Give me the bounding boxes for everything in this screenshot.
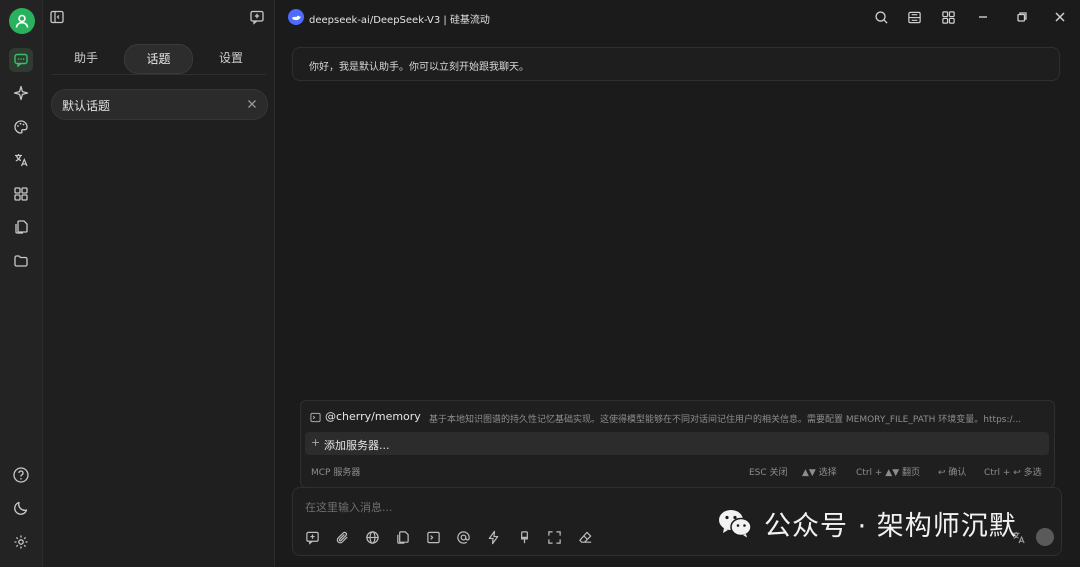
add-server-item[interactable]: + 添加服务器... xyxy=(305,432,1049,455)
help-icon xyxy=(13,467,29,483)
brush-icon xyxy=(520,530,528,543)
assistant-greeting: 你好，我是默认助手。你可以立刻开始跟我聊天。 xyxy=(292,47,1060,81)
user-icon xyxy=(15,14,29,28)
tab-settings[interactable]: 设置 xyxy=(206,44,256,72)
hint-select: ▲▼ 选择 xyxy=(802,468,837,478)
tab-assistants[interactable]: 助手 xyxy=(61,44,111,72)
mcp-tool[interactable] xyxy=(425,529,441,545)
minimize-button[interactable] xyxy=(974,8,992,26)
topic-item-label: 默认话题 xyxy=(62,99,111,113)
chat-icon xyxy=(14,53,28,68)
attach-tool[interactable] xyxy=(334,529,350,545)
eraser-icon xyxy=(578,531,591,543)
chat-main: deepseek-ai/DeepSeek-V3 | 硅基流动 你好，我是默认助手… xyxy=(275,0,1080,567)
rail-folder-button[interactable] xyxy=(9,249,33,273)
hint-page: Ctrl + ▲▼ 翻页 xyxy=(856,468,920,478)
knowledge-tool[interactable] xyxy=(394,529,410,545)
close-icon xyxy=(1055,12,1065,22)
app-rail xyxy=(0,0,43,567)
sidebar-icon xyxy=(50,10,64,24)
wechat-icon xyxy=(719,510,752,538)
topic-item[interactable]: 默认话题 xyxy=(51,89,268,120)
restore-icon xyxy=(1017,12,1027,22)
rail-help-button[interactable] xyxy=(9,463,33,487)
mcp-server-popup: @cherry/memory 基于本地知识图谱的持久性记忆基础实现。这使得模型能… xyxy=(300,400,1055,488)
hint-multiselect: Ctrl + ↩ 多选 xyxy=(984,468,1042,478)
message-input-placeholder[interactable]: 在这里输入消息... xyxy=(305,499,393,515)
terminal-icon xyxy=(426,531,440,543)
new-chat-icon xyxy=(250,10,264,25)
rail-settings-button[interactable] xyxy=(9,530,33,554)
rail-apps-button[interactable] xyxy=(9,182,33,206)
apps-grid-button[interactable] xyxy=(939,8,957,26)
sparkle-icon xyxy=(13,85,29,101)
close-icon xyxy=(248,100,256,108)
mention-tool[interactable] xyxy=(455,529,471,545)
restore-button[interactable] xyxy=(1013,8,1031,26)
minimize-icon xyxy=(979,16,987,18)
document-icon xyxy=(396,530,409,544)
rail-files-button[interactable] xyxy=(9,215,33,239)
mcp-server-description: 基于本地知识图谱的持久性记忆基础实现。这使得模型能够在不同对话间记住用户的相关信… xyxy=(429,415,1022,425)
rail-chat-button[interactable] xyxy=(9,48,33,72)
palette-icon xyxy=(14,120,28,134)
grid-icon xyxy=(941,10,955,24)
new-topic-button[interactable] xyxy=(249,9,265,25)
mcp-popup-footer: MCP 服务器 ESC 关闭 ▲▼ 选择 Ctrl + ▲▼ 翻页 ↩ 确认 C… xyxy=(311,465,1047,479)
web-search-tool[interactable] xyxy=(364,529,380,545)
topic-panel: 助手 话题 设置 默认话题 xyxy=(43,0,275,567)
watermark: 公众号 · 架构师沉默 xyxy=(718,506,1058,542)
search-button[interactable] xyxy=(872,8,890,26)
watermark-text: 公众号 · 架构师沉默 xyxy=(764,510,1017,542)
rail-translate-button[interactable] xyxy=(9,148,33,172)
mcp-server-name: @cherry/memory xyxy=(325,410,421,423)
terminal-icon xyxy=(310,412,321,426)
lightning-icon xyxy=(488,530,498,544)
rail-agents-button[interactable] xyxy=(9,81,33,105)
titlebar: deepseek-ai/DeepSeek-V3 | 硅基流动 xyxy=(275,0,1080,34)
document-icon xyxy=(15,220,28,234)
model-title[interactable]: deepseek-ai/DeepSeek-V3 | 硅基流动 xyxy=(309,11,490,26)
panel-tabs: 助手 话题 设置 xyxy=(51,44,266,75)
layout-icon xyxy=(907,11,921,23)
model-badge[interactable] xyxy=(288,9,304,25)
search-icon xyxy=(874,10,888,24)
hint-confirm: ↩ 确认 xyxy=(938,468,967,478)
greeting-text: 你好，我是默认助手。你可以立刻开始跟我聊天。 xyxy=(309,62,529,73)
folder-icon xyxy=(14,255,28,267)
plus-icon: + xyxy=(311,436,321,449)
new-chat-icon xyxy=(305,531,319,545)
rail-paint-button[interactable] xyxy=(9,115,33,139)
add-server-label: 添加服务器... xyxy=(324,439,390,452)
toggle-sidebar-button[interactable] xyxy=(49,9,65,25)
gear-icon xyxy=(14,535,28,549)
translate-icon xyxy=(15,154,28,167)
mcp-footer-title: MCP 服务器 xyxy=(311,468,361,478)
new-topic-tool[interactable] xyxy=(304,529,320,545)
hint-escape: ESC 关闭 xyxy=(749,468,788,478)
expand-icon xyxy=(547,530,561,544)
paperclip-icon xyxy=(336,531,348,543)
mcp-server-item[interactable]: @cherry/memory 基于本地知识图谱的持久性记忆基础实现。这使得模型能… xyxy=(309,409,1049,427)
close-window-button[interactable] xyxy=(1051,8,1069,26)
clear-style-tool[interactable] xyxy=(516,529,532,545)
expand-tool[interactable] xyxy=(546,529,562,545)
delete-topic-button[interactable] xyxy=(247,98,257,112)
avatar[interactable] xyxy=(9,8,35,34)
moon-icon xyxy=(14,501,28,515)
globe-icon xyxy=(365,530,379,544)
quick-phrase-tool[interactable] xyxy=(485,529,501,545)
tab-topics[interactable]: 话题 xyxy=(124,44,193,74)
rail-theme-button[interactable] xyxy=(9,496,33,520)
apps-icon xyxy=(14,187,28,201)
whale-icon xyxy=(291,15,301,20)
clear-tool[interactable] xyxy=(577,529,593,545)
layout-button[interactable] xyxy=(905,8,923,26)
at-icon xyxy=(456,530,470,544)
panel-toolbar xyxy=(43,0,274,34)
